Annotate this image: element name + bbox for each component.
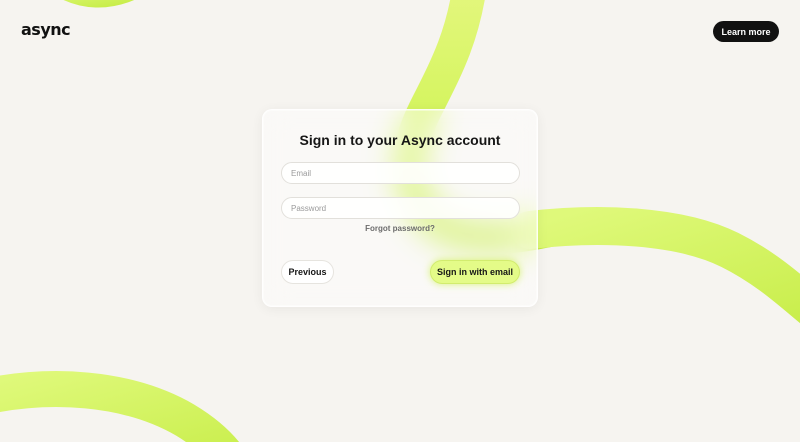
learn-more-button[interactable]: Learn more — [713, 21, 779, 42]
previous-button[interactable]: Previous — [281, 260, 334, 284]
forgot-password-link[interactable]: Forgot password? — [263, 224, 537, 233]
ribbon-bottom-left — [0, 371, 240, 442]
signin-card: Sign in to your Async account Forgot pas… — [262, 109, 538, 307]
email-field[interactable] — [281, 162, 520, 184]
page-title: Sign in to your Async account — [299, 132, 501, 148]
ribbon-right — [511, 207, 800, 324]
sign-in-with-email-button[interactable]: Sign in with email — [430, 260, 520, 284]
async-logo[interactable]: async — [21, 20, 71, 39]
password-field[interactable] — [281, 197, 520, 219]
top-header: async Learn more — [0, 0, 800, 62]
